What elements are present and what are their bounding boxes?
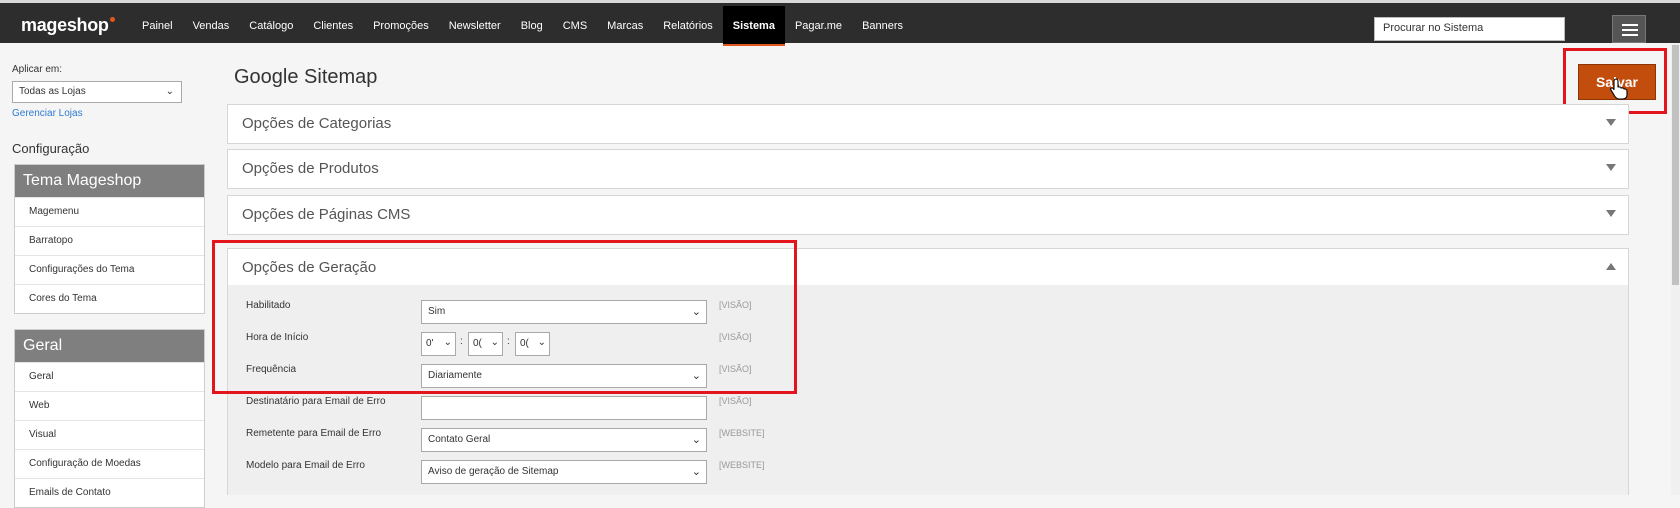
sidebar-group-title[interactable]: Tema Mageshop [15, 165, 204, 197]
nav-item-marcas[interactable]: Marcas [597, 6, 653, 46]
hamburger-icon-line [1622, 24, 1638, 26]
nav-item-cms[interactable]: CMS [553, 6, 597, 46]
caret-down-icon [1606, 164, 1616, 171]
scrollbar-thumb[interactable] [1672, 45, 1679, 285]
sidebar-item-magemenu[interactable]: Magemenu [15, 197, 204, 226]
select-value: Aviso de geração de Sitemap [428, 466, 559, 477]
field-label: Modelo para Email de Erro [246, 460, 365, 471]
chevron-down-icon: ⌄ [691, 466, 701, 478]
sidebar: Aplicar em: Todas as Lojas ⌄ Gerenciar Lo… [0, 43, 205, 508]
nav-item-clientes[interactable]: Clientes [303, 6, 363, 46]
sidebar-item-cores-tema[interactable]: Cores do Tema [15, 284, 204, 313]
nav-item-pagarme[interactable]: Pagar.me [785, 6, 852, 46]
nav-item-blog[interactable]: Blog [511, 6, 553, 46]
panel-title: Opções de Páginas CMS [242, 206, 411, 223]
apply-scope-label: Aplicar em: [12, 64, 63, 75]
config-section-title: Configuração [12, 141, 90, 156]
search-input[interactable]: Procurar no Sistema [1374, 17, 1565, 41]
geracao-section-highlight [212, 240, 797, 394]
scope-label: [WEBSITE] [719, 460, 765, 470]
store-scope-select[interactable]: Todas as Lojas ⌄ [12, 81, 182, 103]
sidebar-item-web[interactable]: Web [15, 391, 204, 420]
page-title: Google Sitemap [234, 66, 378, 88]
sidebar-item-moedas[interactable]: Configuração de Moedas [15, 449, 204, 478]
caret-down-icon [1606, 119, 1616, 126]
nav-item-painel[interactable]: Painel [132, 6, 183, 46]
store-scope-value: Todas as Lojas [19, 86, 86, 97]
sidebar-group-tema-mageshop: Tema Mageshop Magemenu Barratopo Configu… [14, 164, 205, 314]
error-recipient-input[interactable] [421, 396, 707, 420]
chevron-down-icon: ⌄ [165, 86, 174, 97]
top-navigation-bar: mageshop Painel Vendas Catálogo Clientes… [0, 0, 1680, 46]
error-sender-select[interactable]: Contato Geral ⌄ [421, 428, 707, 452]
sidebar-item-emails-contato[interactable]: Emails de Contato [15, 478, 204, 507]
panel-title: Opções de Produtos [242, 160, 379, 177]
sidebar-item-geral[interactable]: Geral [15, 362, 204, 391]
error-template-select[interactable]: Aviso de geração de Sitemap ⌄ [421, 460, 707, 484]
scope-label: [WEBSITE] [719, 428, 765, 438]
nav-item-catalogo[interactable]: Catálogo [239, 6, 303, 46]
mageshop-logo[interactable]: mageshop [21, 15, 115, 36]
field-row-remetente: Remetente para Email de Erro Contato Ger… [246, 424, 806, 452]
logo-text: mageshop [21, 15, 109, 35]
caret-down-icon [1606, 210, 1616, 217]
field-row-destinatario: Destinatário para Email de Erro [VISÃO] [246, 392, 806, 420]
field-label: Destinatário para Email de Erro [246, 396, 386, 407]
nav-item-sistema[interactable]: Sistema [722, 6, 785, 46]
nav-item-banners[interactable]: Banners [852, 6, 913, 46]
scope-label: [VISÃO] [719, 396, 752, 406]
sidebar-group-title[interactable]: Geral [15, 330, 204, 362]
panel-categorias[interactable]: Opções de Categorias [227, 104, 1629, 144]
panel-produtos[interactable]: Opções de Produtos [227, 149, 1629, 189]
sidebar-item-barratopo[interactable]: Barratopo [15, 226, 204, 255]
sidebar-item-visual[interactable]: Visual [15, 420, 204, 449]
hamburger-menu-button[interactable] [1612, 15, 1646, 43]
field-label: Remetente para Email de Erro [246, 428, 382, 439]
nav-item-newsletter[interactable]: Newsletter [439, 6, 511, 46]
manage-stores-link[interactable]: Gerenciar Lojas [12, 108, 83, 119]
panel-paginas-cms[interactable]: Opções de Páginas CMS [227, 195, 1629, 235]
hamburger-icon-line [1622, 34, 1638, 36]
select-value: Contato Geral [428, 434, 491, 445]
sidebar-item-configuracoes-tema[interactable]: Configurações do Tema [15, 255, 204, 284]
field-row-modelo: Modelo para Email de Erro Aviso de geraç… [246, 456, 806, 484]
nav-item-relatorios[interactable]: Relatórios [653, 6, 723, 46]
panel-title: Opções de Categorias [242, 115, 392, 132]
logo-dot-icon [109, 17, 115, 22]
hand-cursor-icon [1610, 78, 1628, 100]
caret-up-icon [1606, 263, 1616, 270]
chevron-down-icon: ⌄ [691, 434, 701, 446]
hamburger-icon-line [1622, 29, 1638, 31]
sidebar-group-geral: Geral Geral Web Visual Configuração de M… [14, 329, 205, 508]
page-scrollbar[interactable] [1671, 43, 1680, 495]
main-nav: Painel Vendas Catálogo Clientes Promoçõe… [132, 6, 913, 46]
nav-item-promocoes[interactable]: Promoções [363, 6, 439, 46]
nav-item-vendas[interactable]: Vendas [183, 6, 240, 46]
